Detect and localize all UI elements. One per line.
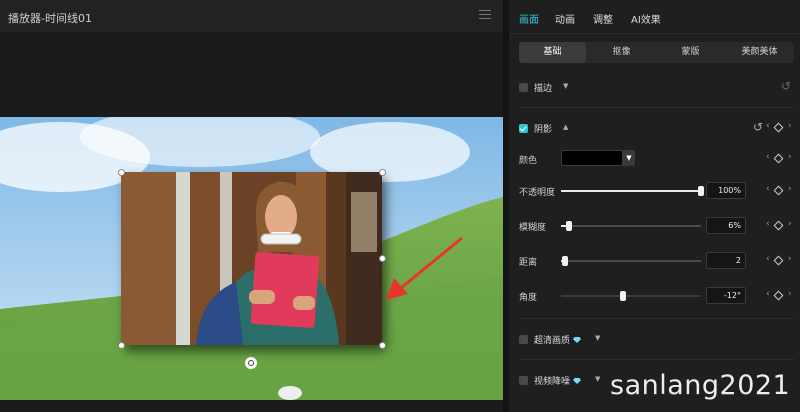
player-panel: 播放器-时间线01 bbox=[0, 0, 503, 412]
menu-icon[interactable] bbox=[479, 10, 491, 20]
slider-knob[interactable] bbox=[566, 221, 573, 231]
opacity-slider[interactable] bbox=[561, 186, 704, 196]
subtab-bar: 基础 抠像 蒙版 美颜美体 bbox=[519, 42, 794, 63]
keyframe-control[interactable]: ‹ › bbox=[764, 254, 800, 268]
keyframe-control[interactable]: ‹ › bbox=[764, 219, 800, 233]
diamond-vip-icon bbox=[573, 337, 582, 343]
rotate-handle-icon[interactable] bbox=[245, 357, 257, 369]
opacity-input[interactable]: 100% bbox=[706, 182, 746, 199]
shadow-label: 阴影 bbox=[534, 125, 553, 135]
chevron-up-icon[interactable]: ▲ bbox=[563, 123, 568, 131]
blur-slider[interactable] bbox=[561, 221, 701, 231]
resize-handle-top-left[interactable] bbox=[118, 169, 125, 176]
distance-row: 距离 2 ‹ › bbox=[519, 252, 797, 270]
subtab-beauty[interactable]: 美颜美体 bbox=[726, 42, 793, 63]
keyframe-icon bbox=[773, 220, 784, 231]
opacity-row: 不透明度 100% ‹ › bbox=[519, 182, 797, 200]
stroke-section: 描边 ▼ ↺ bbox=[519, 78, 794, 98]
keyframe-icon bbox=[773, 122, 784, 133]
super-resolution-section: 超清画质 ▼ bbox=[519, 330, 794, 350]
keyframe-control[interactable]: ‹ › bbox=[764, 184, 800, 198]
blur-input[interactable]: 6% bbox=[706, 217, 746, 234]
video-clip[interactable] bbox=[121, 172, 382, 345]
stroke-checkbox[interactable] bbox=[519, 83, 528, 92]
keyframe-control[interactable]: ‹ › bbox=[764, 152, 800, 166]
player-title: 播放器-时间线01 bbox=[8, 12, 92, 25]
keyframe-icon bbox=[773, 185, 784, 196]
chevron-down-icon[interactable]: ▼ bbox=[595, 375, 600, 383]
resize-handle-bottom-left[interactable] bbox=[118, 342, 125, 349]
resize-handle-bottom-right[interactable] bbox=[379, 342, 386, 349]
denoise-checkbox[interactable] bbox=[519, 376, 528, 385]
shadow-color-row: 颜色 ▼ ‹ › bbox=[519, 150, 797, 168]
slider-knob[interactable] bbox=[698, 186, 704, 196]
denoise-label: 视频降噪 bbox=[534, 374, 582, 387]
inspector-panel: 画面 动画 调整 AI效果 基础 抠像 蒙版 美颜美体 描边 ▼ ↺ 阴影 ▲ … bbox=[509, 0, 800, 412]
distance-input[interactable]: 2 bbox=[706, 252, 746, 269]
subtab-mask[interactable]: 蒙版 bbox=[657, 42, 724, 63]
keyframe-control[interactable]: ‹ › bbox=[764, 289, 800, 303]
stroke-label: 描边 bbox=[534, 84, 553, 94]
blur-label: 模糊度 bbox=[519, 223, 547, 233]
angle-slider[interactable] bbox=[561, 291, 701, 301]
keyframe-icon bbox=[773, 255, 784, 266]
angle-row: 角度 -12° ‹ › bbox=[519, 287, 797, 305]
tab-ai-effects[interactable]: AI效果 bbox=[631, 11, 661, 26]
diamond-vip-icon bbox=[573, 378, 582, 384]
angle-input[interactable]: -12° bbox=[706, 287, 746, 304]
color-label: 颜色 bbox=[519, 156, 538, 166]
slider-fill bbox=[561, 295, 623, 297]
keyframe-control[interactable]: ‹ › bbox=[764, 121, 800, 135]
shadow-color-swatch[interactable] bbox=[561, 150, 623, 166]
slider-knob[interactable] bbox=[562, 256, 569, 266]
angle-label: 角度 bbox=[519, 293, 538, 303]
tab-animation[interactable]: 动画 bbox=[555, 11, 575, 26]
watermark: sanlang2021 bbox=[610, 370, 791, 401]
slider-fill bbox=[561, 190, 701, 192]
player-header: 播放器-时间线01 bbox=[0, 0, 503, 32]
chevron-down-icon[interactable]: ▼ bbox=[563, 82, 568, 90]
annotation-arrow bbox=[386, 236, 463, 300]
divider bbox=[519, 318, 794, 319]
blur-row: 模糊度 6% ‹ › bbox=[519, 217, 797, 235]
clip-photo bbox=[121, 172, 382, 345]
reset-icon[interactable]: ↺ bbox=[781, 79, 791, 93]
chevron-down-icon[interactable]: ▼ bbox=[623, 150, 635, 166]
super-resolution-checkbox[interactable] bbox=[519, 335, 528, 344]
tab-adjust[interactable]: 调整 bbox=[593, 11, 613, 26]
inspector-tabs: 画面 动画 调整 AI效果 bbox=[509, 0, 800, 34]
tab-picture[interactable]: 画面 bbox=[519, 11, 539, 26]
divider bbox=[519, 107, 794, 108]
subtab-cutout[interactable]: 抠像 bbox=[588, 42, 655, 63]
slider-knob[interactable] bbox=[619, 291, 626, 301]
reset-icon[interactable]: ↺ bbox=[753, 120, 763, 134]
resize-handle-top-right[interactable] bbox=[379, 169, 386, 176]
keyframe-icon bbox=[773, 290, 784, 301]
super-resolution-label: 超清画质 bbox=[534, 333, 582, 346]
opacity-label: 不透明度 bbox=[519, 188, 556, 198]
player-footer bbox=[0, 400, 503, 412]
distance-label: 距离 bbox=[519, 258, 538, 268]
shadow-section: 阴影 ▲ ↺ ‹ › bbox=[519, 119, 794, 139]
keyframe-icon bbox=[773, 153, 784, 164]
chevron-down-icon[interactable]: ▼ bbox=[595, 334, 600, 342]
subtab-basic[interactable]: 基础 bbox=[519, 42, 586, 63]
distance-slider[interactable] bbox=[561, 256, 701, 266]
divider bbox=[519, 359, 794, 360]
shadow-checkbox[interactable] bbox=[519, 124, 528, 133]
